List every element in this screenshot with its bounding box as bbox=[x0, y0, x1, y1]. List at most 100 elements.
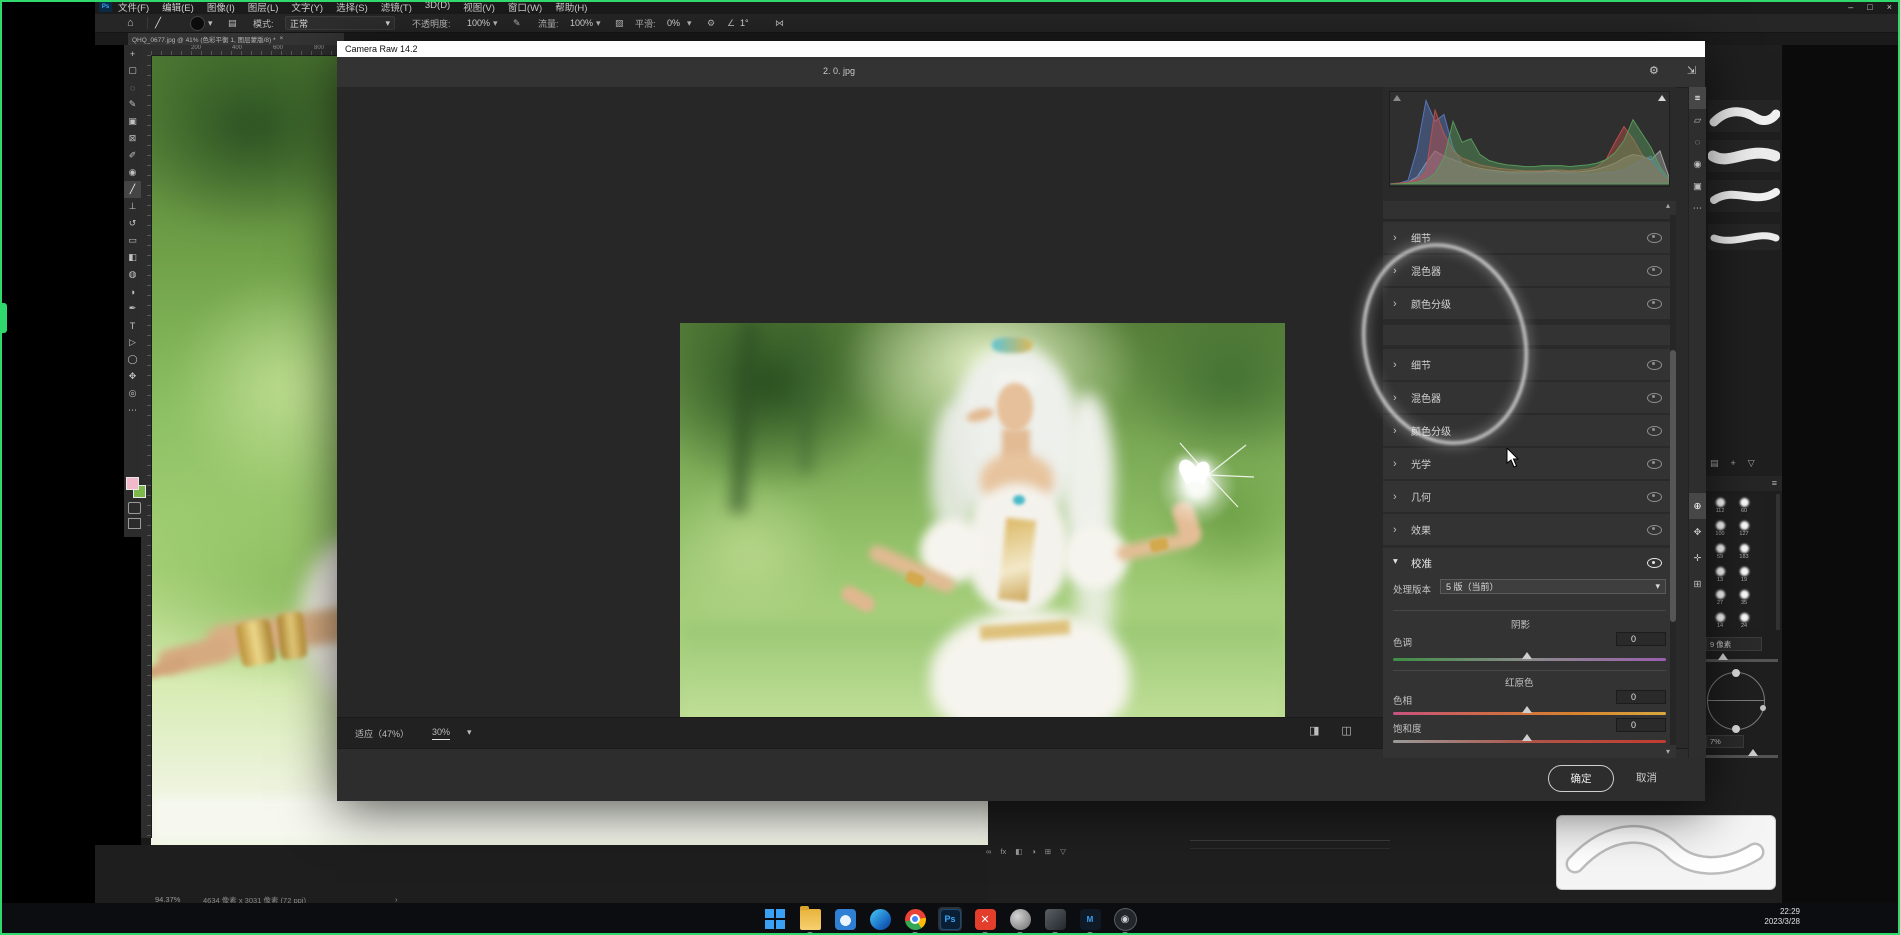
panel-section-row[interactable]: › 颜色分级 bbox=[1383, 415, 1676, 446]
photoshop-taskbar-app[interactable]: Ps bbox=[938, 907, 962, 931]
menu-item[interactable]: 图层(L) bbox=[248, 0, 279, 14]
eye-icon[interactable] bbox=[1647, 266, 1662, 276]
masking-icon[interactable]: ◌ bbox=[1689, 131, 1706, 153]
new-group-icon[interactable]: ⊞ bbox=[1045, 847, 1051, 856]
document-tab[interactable]: QHQ_0677.jpg @ 41% (色彩平衡 1, 图层蒙版/8) * × bbox=[128, 32, 344, 45]
more-tools[interactable]: ⋯ bbox=[124, 402, 141, 419]
chevron-down-icon[interactable]: ▾ bbox=[1393, 556, 1398, 567]
panel-section-row[interactable]: › 光学 bbox=[1383, 448, 1676, 479]
obs-studio-app[interactable]: ◉ bbox=[1113, 907, 1137, 931]
brush-preset[interactable]: 14 bbox=[1708, 610, 1732, 632]
adjustment-layer-icon[interactable]: ◑ bbox=[1031, 847, 1036, 856]
eye-icon[interactable] bbox=[1647, 492, 1662, 502]
delete-layer-icon[interactable]: ▽ bbox=[1060, 847, 1066, 856]
menu-item[interactable]: 窗口(W) bbox=[508, 0, 542, 14]
eye-icon[interactable] bbox=[1647, 360, 1662, 370]
gradient-tool[interactable]: ◧ bbox=[124, 249, 141, 266]
menu-item[interactable]: 3D(D) bbox=[425, 0, 450, 14]
menu-item[interactable]: 图像(I) bbox=[207, 0, 235, 14]
shape-tool[interactable]: ◯ bbox=[124, 351, 141, 368]
panel-scrollbar[interactable] bbox=[1670, 215, 1676, 745]
brush-presets-grid[interactable]: 112 60 100 127 59 183 13 19 bbox=[1708, 494, 1764, 630]
brush-preset-stroke[interactable] bbox=[1708, 224, 1780, 250]
eye-icon[interactable] bbox=[1647, 525, 1662, 535]
highlight-clipping-icon[interactable] bbox=[1658, 95, 1666, 101]
home-icon[interactable]: ⌂ bbox=[127, 16, 134, 30]
maximize-button[interactable]: □ bbox=[1867, 2, 1872, 12]
eyedropper-tool[interactable]: ✐ bbox=[124, 147, 141, 164]
brush-angle-control[interactable] bbox=[1707, 672, 1765, 730]
close-button[interactable]: × bbox=[1887, 2, 1892, 12]
menu-item[interactable]: 滤镜(T) bbox=[381, 0, 412, 14]
panel-section-row[interactable]: › 颜色分级 bbox=[1383, 288, 1676, 319]
eye-icon[interactable] bbox=[1647, 426, 1662, 436]
caret-down-icon[interactable]: ▾ bbox=[687, 16, 692, 30]
hand-tool[interactable]: ✥ bbox=[124, 368, 141, 385]
eye-icon[interactable] bbox=[1647, 558, 1662, 568]
scroll-up-icon[interactable]: ▴ bbox=[1666, 201, 1670, 210]
slider-thumb[interactable] bbox=[1748, 749, 1758, 756]
recording-handle[interactable] bbox=[0, 303, 7, 333]
panel-section-row[interactable]: › 细节 bbox=[1383, 222, 1676, 253]
brush-preset[interactable]: 19 bbox=[1732, 564, 1756, 586]
dark-utility-app[interactable] bbox=[1043, 907, 1067, 931]
brush-preset[interactable]: 24 bbox=[1732, 610, 1756, 632]
tint-value[interactable]: 0 bbox=[1616, 632, 1666, 646]
lasso-tool[interactable]: ◌ bbox=[124, 79, 141, 96]
brush-tool[interactable]: ╱ bbox=[124, 181, 141, 198]
brush-tool-icon[interactable]: ╱ bbox=[155, 16, 161, 30]
panel-section-row[interactable]: › 混色器 bbox=[1383, 255, 1676, 286]
eye-icon[interactable] bbox=[1647, 393, 1662, 403]
eye-icon[interactable] bbox=[1647, 459, 1662, 469]
camera-raw-preview[interactable] bbox=[337, 87, 1383, 717]
panel-section-row[interactable]: › 效果 bbox=[1383, 514, 1676, 545]
slider-thumb[interactable] bbox=[1522, 706, 1532, 713]
pen-tool[interactable]: ✒ bbox=[124, 300, 141, 317]
eye-icon[interactable] bbox=[1647, 299, 1662, 309]
clone-stamp-tool[interactable]: ⊥ bbox=[124, 198, 141, 215]
frame-tool[interactable]: ⊠ bbox=[124, 130, 141, 147]
eraser-tool[interactable]: ▭ bbox=[124, 232, 141, 249]
minimize-button[interactable]: – bbox=[1848, 2, 1853, 12]
shadow-clipping-icon[interactable] bbox=[1393, 95, 1401, 101]
menu-item[interactable]: 文字(Y) bbox=[291, 0, 323, 14]
brush-preset[interactable]: 183 bbox=[1732, 541, 1756, 563]
brush-roundness-field[interactable]: 7% bbox=[1706, 735, 1744, 748]
panel-section-row[interactable]: › 混色器 bbox=[1383, 382, 1676, 413]
brush-size-slider[interactable] bbox=[1706, 659, 1778, 662]
slider-thumb[interactable] bbox=[1522, 652, 1532, 659]
vertical-ruler[interactable] bbox=[141, 55, 152, 838]
healing-icon[interactable]: ▱ bbox=[1689, 109, 1706, 131]
brush-preset[interactable]: 127 bbox=[1732, 518, 1756, 540]
pressure-opacity-icon[interactable]: ✎ bbox=[513, 16, 521, 30]
menu-item[interactable]: 帮助(H) bbox=[555, 0, 587, 14]
smoothing-gear-icon[interactable]: ⚙ bbox=[707, 16, 715, 30]
history-brush-tool[interactable]: ↺ bbox=[124, 215, 141, 232]
caret-down-icon[interactable]: ▾ bbox=[493, 16, 498, 30]
panel-section-row[interactable]: › 细节 bbox=[1383, 349, 1676, 380]
red-creative-app[interactable]: ✕ bbox=[973, 907, 997, 931]
gray-circle-app[interactable] bbox=[1008, 907, 1032, 931]
layer-mask-icon[interactable]: ◧ bbox=[1015, 847, 1022, 856]
panel-section-row[interactable]: › 几何 bbox=[1383, 481, 1676, 512]
menu-item[interactable]: 选择(S) bbox=[336, 0, 368, 14]
taskbar-clock[interactable]: 22:29 2023/3/28 bbox=[1764, 907, 1800, 927]
caret-down-icon[interactable]: ▾ bbox=[596, 16, 601, 30]
airbrush-icon[interactable]: ▨ bbox=[615, 16, 624, 30]
zoom-tool[interactable]: ◎ bbox=[124, 385, 141, 402]
object-selection-tool[interactable]: ✎ bbox=[124, 96, 141, 113]
edit-panel-icon[interactable]: ≡ bbox=[1689, 87, 1706, 109]
file-explorer[interactable] bbox=[798, 907, 822, 931]
toggle-brush-panel-icon[interactable]: ▤ bbox=[228, 16, 237, 30]
link-layers-icon[interactable]: ∞ bbox=[986, 847, 991, 856]
angle-value[interactable]: 1° bbox=[740, 16, 749, 30]
menu-item[interactable]: 视图(V) bbox=[463, 0, 495, 14]
new-item-icon[interactable]: + bbox=[1731, 458, 1736, 469]
trash-icon[interactable]: ▽ bbox=[1748, 458, 1755, 469]
eye-icon[interactable] bbox=[1647, 233, 1662, 243]
crop-tool[interactable]: ▣ bbox=[124, 113, 141, 130]
flow-value[interactable]: 100% bbox=[570, 16, 593, 30]
slider-thumb[interactable] bbox=[1522, 734, 1532, 741]
smoothing-value[interactable]: 0% bbox=[667, 16, 680, 30]
cancel-button[interactable]: 取消 bbox=[1636, 770, 1657, 785]
